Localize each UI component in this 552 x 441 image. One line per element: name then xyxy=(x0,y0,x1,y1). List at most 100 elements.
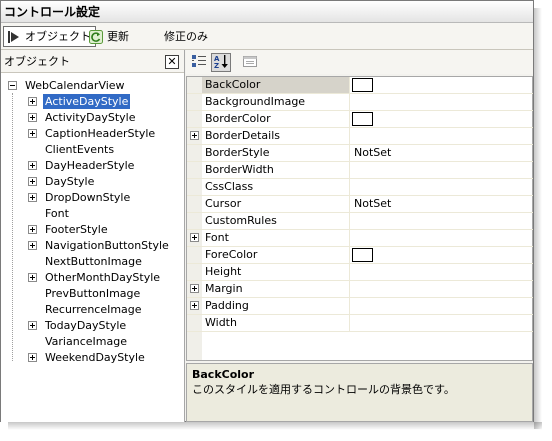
expand-icon[interactable] xyxy=(190,284,199,293)
property-row[interactable]: BorderDetails xyxy=(187,128,533,145)
property-toolbar: A Z xyxy=(186,50,533,74)
expand-icon[interactable] xyxy=(190,233,199,242)
color-swatch[interactable] xyxy=(352,112,373,126)
tree-root-label: WebCalendarView xyxy=(25,78,125,92)
property-value[interactable] xyxy=(351,230,533,246)
property-row[interactable]: Height xyxy=(187,264,533,281)
property-value[interactable] xyxy=(351,179,533,195)
color-swatch[interactable] xyxy=(352,248,373,262)
tree-item[interactable]: DayStyle xyxy=(28,173,96,189)
modified-only-label: 修正のみ xyxy=(164,30,208,43)
property-row[interactable]: Width xyxy=(187,315,533,332)
property-row[interactable]: BorderColor xyxy=(187,111,533,128)
tree-item-label: PrevButtonImage xyxy=(45,286,141,300)
expand-icon[interactable] xyxy=(28,176,37,186)
expand-icon[interactable] xyxy=(28,240,37,250)
tree-item[interactable]: NextButtonImage xyxy=(28,253,144,269)
expand-icon[interactable] xyxy=(28,160,37,170)
tree-item[interactable]: VarianceImage xyxy=(28,333,129,349)
modified-only-button[interactable]: 修正のみ xyxy=(161,26,212,47)
tree-item[interactable]: NavigationButtonStyle xyxy=(28,237,171,253)
expand-icon[interactable] xyxy=(28,96,37,106)
expand-icon[interactable] xyxy=(28,192,37,202)
property-name: CustomRules xyxy=(202,213,350,229)
property-name: Height xyxy=(202,264,350,280)
expand-icon[interactable] xyxy=(190,131,199,140)
tree-item[interactable]: TodayDayStyle xyxy=(28,317,128,333)
property-value[interactable] xyxy=(351,315,533,331)
property-row[interactable]: Padding xyxy=(187,298,533,315)
expand-icon[interactable] xyxy=(28,128,37,138)
property-pane: A Z BackColor BackgroundImage BorderColo… xyxy=(186,50,533,422)
collapse-icon[interactable] xyxy=(8,80,17,90)
expand-icon[interactable] xyxy=(28,320,37,330)
tree-item-label: WeekendDayStyle xyxy=(45,350,145,364)
tree-item[interactable]: ClientEvents xyxy=(28,141,116,157)
tree-item-label: TodayDayStyle xyxy=(45,318,127,332)
property-row[interactable]: ForeColor xyxy=(187,247,533,264)
property-description-title: BackColor xyxy=(192,368,255,381)
tree-item-label: FooterStyle xyxy=(45,222,108,236)
expand-icon[interactable] xyxy=(28,272,37,282)
property-row[interactable]: Margin xyxy=(187,281,533,298)
property-pages-button[interactable] xyxy=(240,53,260,72)
property-name: Font xyxy=(202,230,350,246)
property-value[interactable]: NotSet xyxy=(351,196,533,212)
expand-icon[interactable] xyxy=(28,224,37,234)
property-value[interactable] xyxy=(351,94,533,110)
property-value[interactable] xyxy=(351,247,533,263)
property-value[interactable]: NotSet xyxy=(351,145,533,161)
property-name: Margin xyxy=(202,281,350,297)
refresh-button[interactable]: 更新 xyxy=(86,26,133,47)
property-value[interactable] xyxy=(351,128,533,144)
property-name: ForeColor xyxy=(202,247,350,263)
property-row[interactable]: BackColor xyxy=(187,77,533,94)
close-icon[interactable]: ✕ xyxy=(165,55,179,69)
tree-item-label: DropDownStyle xyxy=(45,190,131,204)
tree-item[interactable]: WeekendDayStyle xyxy=(28,349,147,365)
tree-item[interactable]: ActivityDayStyle xyxy=(28,109,138,125)
tree-item[interactable]: PrevButtonImage xyxy=(28,285,142,301)
tree-item[interactable]: CaptionHeaderStyle xyxy=(28,125,157,141)
expand-icon[interactable] xyxy=(28,112,37,122)
property-row[interactable]: BorderStyle NotSet xyxy=(187,145,533,162)
control-settings-window: コントロール設定 オブジェクト 更新 修正のみ オブジェクト ✕ WebCale… xyxy=(0,0,534,422)
property-value[interactable] xyxy=(351,213,533,229)
window-shadow-right xyxy=(534,8,542,429)
property-value[interactable] xyxy=(351,281,533,297)
property-name: BorderStyle xyxy=(202,145,350,161)
tree-item[interactable]: DayHeaderStyle xyxy=(28,157,136,173)
property-value[interactable] xyxy=(351,111,533,127)
property-value[interactable] xyxy=(351,264,533,280)
tree-item[interactable]: RecurrenceImage xyxy=(28,301,144,317)
property-grid: BackColor BackgroundImage BorderColor Borde… xyxy=(186,76,533,361)
expand-icon[interactable] xyxy=(28,352,37,362)
color-swatch[interactable] xyxy=(352,78,373,92)
refresh-button-label: 更新 xyxy=(107,30,129,43)
window-shadow-bottom xyxy=(8,422,542,430)
property-row[interactable]: Cursor NotSet xyxy=(187,196,533,213)
property-description-panel: BackColor このスタイルを適用するコントロールの背景色です。 xyxy=(186,363,533,422)
categorized-button[interactable] xyxy=(189,53,209,72)
tree-item[interactable]: Font xyxy=(28,205,71,221)
property-row[interactable]: CustomRules xyxy=(187,213,533,230)
tree-item[interactable]: OtherMonthDayStyle xyxy=(28,269,162,285)
tree-item[interactable]: DropDownStyle xyxy=(28,189,132,205)
property-row[interactable]: BackgroundImage xyxy=(187,94,533,111)
tree-item-label: DayStyle xyxy=(45,174,95,188)
tree-root-node[interactable]: WebCalendarView xyxy=(8,77,127,93)
tree-item[interactable]: ActiveDayStyle xyxy=(28,93,131,109)
expand-icon[interactable] xyxy=(190,301,199,310)
alphabetical-button[interactable]: A Z xyxy=(211,53,231,72)
property-row[interactable]: CssClass xyxy=(187,179,533,196)
tree-item[interactable]: FooterStyle xyxy=(28,221,110,237)
objects-button[interactable]: オブジェクト xyxy=(3,26,96,47)
property-value[interactable] xyxy=(351,77,533,93)
property-name: Cursor xyxy=(202,196,350,212)
property-value[interactable] xyxy=(351,298,533,314)
categorized-icon xyxy=(191,54,207,71)
tree-item-label: OtherMonthDayStyle xyxy=(45,270,161,284)
property-row[interactable]: Font xyxy=(187,230,533,247)
property-row[interactable]: BorderWidth xyxy=(187,162,533,179)
property-value[interactable] xyxy=(351,162,533,178)
